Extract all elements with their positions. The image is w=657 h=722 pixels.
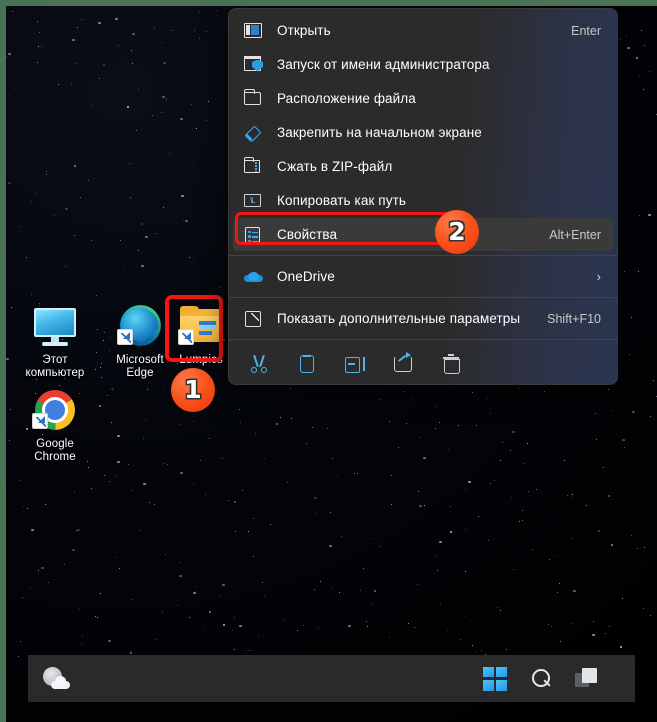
edge-icon — [116, 302, 164, 350]
properties-icon — [243, 225, 265, 245]
step-badge-2: 2 — [435, 210, 479, 254]
menu-item-label: Открыть — [277, 23, 331, 38]
copy-action-button[interactable] — [283, 347, 331, 381]
menu-item-label: OneDrive — [277, 269, 335, 284]
cut-action-button[interactable] — [235, 347, 283, 381]
start-button[interactable] — [483, 666, 507, 691]
menu-item-copy-as-path[interactable]: \\.. Копировать как путь — [233, 184, 613, 217]
more-options-icon — [243, 309, 265, 329]
zip-archive-icon — [243, 156, 265, 177]
menu-item-onedrive[interactable]: OneDrive › — [233, 260, 613, 293]
menu-item-open[interactable]: Открыть Enter — [233, 14, 613, 47]
menu-item-label: Закрепить на начальном экране — [277, 125, 482, 140]
folder-icon — [243, 88, 265, 109]
share-action-button[interactable] — [379, 347, 427, 381]
scissors-icon — [251, 355, 267, 373]
taskbar[interactable] — [28, 655, 635, 702]
menu-item-shortcut: Enter — [571, 23, 601, 38]
menu-separator — [229, 297, 617, 298]
menu-item-shortcut: Alt+Enter — [549, 227, 601, 242]
windows-logo-icon — [483, 679, 494, 691]
screenshot-frame: Этот компьютер Microsoft Edge Lumpics Go… — [0, 0, 657, 722]
copy-path-icon: \\.. — [243, 191, 265, 211]
shield-admin-icon — [243, 55, 265, 75]
chevron-right-icon: › — [596, 269, 601, 284]
windows-logo-icon — [496, 666, 507, 678]
monitor-icon — [31, 302, 79, 350]
menu-item-label: Расположение файла — [277, 91, 416, 106]
windows-logo-icon — [483, 666, 494, 678]
desktop-icon-label: компьютер — [25, 367, 85, 379]
trash-icon — [443, 354, 460, 374]
desktop-icon-label: Edge — [126, 367, 154, 379]
folder-shortcut-icon — [177, 302, 225, 350]
menu-item-label: Копировать как путь — [277, 193, 406, 208]
pin-icon — [243, 123, 265, 143]
desktop-icon-label: Chrome — [34, 451, 76, 463]
menu-item-properties[interactable]: Свойства Alt+Enter — [233, 218, 613, 251]
rename-icon — [345, 357, 365, 373]
menu-separator — [229, 255, 617, 256]
menu-item-show-more-options[interactable]: Показать дополнительные параметры Shift+… — [233, 302, 613, 335]
chrome-icon — [31, 386, 79, 434]
windows-logo-icon — [496, 679, 507, 691]
menu-item-label: Свойства — [277, 227, 338, 242]
desktop-icon-this-pc[interactable]: Этот компьютер — [12, 302, 98, 380]
onedrive-cloud-icon — [243, 267, 265, 287]
rename-action-button[interactable] — [331, 347, 379, 381]
desktop-icon-label: Этот — [42, 354, 68, 366]
menu-item-run-as-administrator[interactable]: Запуск от имени администратора — [233, 48, 613, 81]
step-badge-1: 1 — [171, 368, 215, 412]
menu-item-compress-to-zip[interactable]: Сжать в ZIP-файл — [233, 150, 613, 183]
menu-separator — [229, 339, 617, 340]
menu-item-shortcut: Shift+F10 — [547, 311, 601, 326]
context-menu-action-bar — [229, 344, 617, 384]
desktop[interactable]: Этот компьютер Microsoft Edge Lumpics Go… — [6, 6, 657, 722]
context-menu[interactable]: Открыть Enter Запуск от имени администра… — [228, 8, 618, 385]
desktop-icon-label: Google — [36, 438, 74, 450]
search-button[interactable] — [529, 667, 553, 691]
menu-item-file-location[interactable]: Расположение файла — [233, 82, 613, 115]
open-window-icon — [243, 21, 265, 41]
desktop-icon-google-chrome[interactable]: Google Chrome — [12, 386, 98, 464]
task-view-button[interactable] — [575, 667, 599, 690]
copy-icon — [300, 355, 314, 373]
menu-item-label: Сжать в ZIP-файл — [277, 159, 393, 174]
menu-item-label: Показать дополнительные параметры — [277, 311, 521, 326]
share-icon — [394, 352, 412, 372]
menu-item-pin-to-start[interactable]: Закрепить на начальном экране — [233, 116, 613, 149]
menu-item-label: Запуск от имени администратора — [277, 57, 490, 72]
delete-action-button[interactable] — [427, 347, 475, 381]
weather-widget[interactable] — [42, 665, 70, 693]
